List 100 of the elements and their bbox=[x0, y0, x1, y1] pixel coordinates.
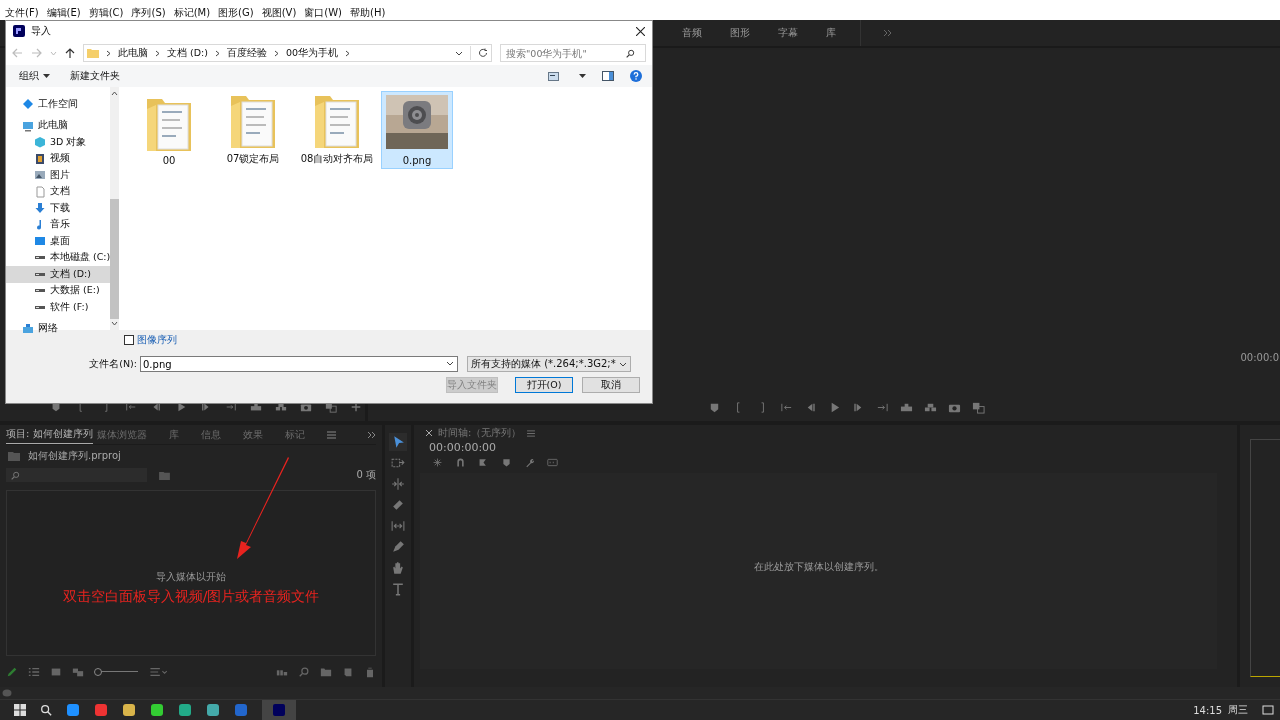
help-icon[interactable] bbox=[630, 70, 642, 82]
search-field[interactable]: 搜索"00华为手机" bbox=[500, 44, 646, 62]
trash-icon[interactable] bbox=[364, 665, 376, 678]
annotation-text: 双击空白面板导入视频/图片或者音频文件 bbox=[62, 587, 320, 606]
file-item[interactable]: 00 bbox=[129, 91, 209, 169]
close-icon[interactable] bbox=[426, 430, 432, 437]
panel-tab[interactable]: 时间轴:（无序列） bbox=[438, 426, 522, 441]
workspace-tab[interactable]: 库 bbox=[826, 25, 836, 40]
search-field[interactable] bbox=[6, 468, 147, 483]
overflow-chevron-icon[interactable] bbox=[367, 430, 376, 439]
list-view-icon[interactable] bbox=[28, 665, 40, 678]
app-icon[interactable] bbox=[178, 703, 192, 717]
workspace-tab[interactable]: 音频 bbox=[682, 25, 702, 40]
slider-thumb[interactable] bbox=[94, 667, 102, 676]
scroll-down-icon[interactable] bbox=[111, 321, 119, 326]
nest-icon[interactable] bbox=[432, 457, 443, 469]
camera-icon[interactable] bbox=[300, 401, 312, 414]
chevron-icon[interactable] bbox=[214, 49, 220, 57]
menu-item[interactable]: 标记(M) bbox=[173, 5, 211, 20]
nav-item[interactable]: 此电脑 bbox=[6, 117, 111, 134]
zoom-slider[interactable] bbox=[94, 667, 138, 676]
breadcrumb-item[interactable]: 百度经验 bbox=[226, 46, 267, 60]
nav-item[interactable]: 视频 bbox=[6, 150, 111, 167]
menu-icon[interactable] bbox=[326, 430, 336, 439]
menu-icon[interactable] bbox=[527, 429, 536, 437]
breadcrumb-item[interactable]: 文档 (D:) bbox=[167, 46, 208, 60]
marker-icon[interactable] bbox=[501, 457, 512, 469]
app-icon[interactable] bbox=[94, 703, 108, 717]
chevron-icon[interactable] bbox=[273, 49, 279, 57]
magnet-icon[interactable] bbox=[455, 457, 466, 469]
item-count: 0 项 bbox=[356, 468, 376, 483]
app-icon[interactable] bbox=[66, 703, 80, 717]
overflow-chevron-icon[interactable] bbox=[883, 28, 892, 37]
app-icon[interactable] bbox=[150, 703, 164, 717]
scroll-up-icon[interactable] bbox=[111, 91, 119, 96]
app-icon[interactable] bbox=[122, 703, 136, 717]
nav-item[interactable]: 音乐 bbox=[6, 216, 111, 233]
nav-item[interactable]: 3D 对象 bbox=[6, 134, 111, 151]
search-icon[interactable] bbox=[40, 704, 52, 716]
scrollbar[interactable] bbox=[110, 87, 120, 330]
dialog-button[interactable]: 取消 bbox=[582, 377, 640, 393]
close-icon[interactable] bbox=[636, 26, 645, 36]
menu-item[interactable]: 序列(S) bbox=[131, 5, 166, 20]
menu-item[interactable]: 视图(V) bbox=[261, 5, 297, 20]
nav-item[interactable]: 大数据 (E:) bbox=[6, 282, 111, 299]
checkbox-label[interactable]: 图像序列 bbox=[137, 333, 177, 347]
menu-item[interactable]: 帮助(H) bbox=[350, 5, 386, 20]
menu-item[interactable]: 图形(G) bbox=[218, 5, 254, 20]
caret-icon[interactable] bbox=[579, 74, 586, 78]
menu-item[interactable]: 文件(F) bbox=[5, 5, 39, 20]
nav-item[interactable]: 本地磁盘 (C:) bbox=[6, 249, 111, 266]
file-type-dropdown[interactable]: 所有支持的媒体 (*.264;*.3G2;* bbox=[467, 356, 631, 372]
chevron-icon[interactable] bbox=[155, 49, 160, 57]
nav-item[interactable]: 软件 (F:) bbox=[6, 299, 111, 316]
checkbox[interactable] bbox=[124, 335, 134, 345]
breadcrumb-item[interactable]: 00华为手机 bbox=[285, 46, 339, 60]
sort-icon[interactable] bbox=[148, 665, 170, 678]
pencil-icon[interactable] bbox=[6, 665, 18, 678]
file-item[interactable]: 07锁定布局 bbox=[213, 91, 293, 169]
media-drop-area[interactable]: 导入媒体以开始 双击空白面板导入视频/图片或者音频文件 bbox=[6, 489, 376, 657]
play-icon[interactable] bbox=[175, 401, 187, 414]
file-item[interactable]: 08自动对齐布局 bbox=[297, 91, 377, 169]
file-name-field[interactable]: 0.png bbox=[140, 356, 458, 372]
scroll-thumb[interactable] bbox=[110, 198, 120, 319]
nav-item[interactable]: 文档 (D:) bbox=[6, 266, 111, 283]
new-bin-icon[interactable] bbox=[159, 470, 170, 480]
chevron-icon[interactable] bbox=[106, 49, 111, 57]
workspace-tab[interactable]: 图形 bbox=[730, 25, 750, 40]
chevron-icon[interactable] bbox=[345, 49, 351, 57]
nav-item[interactable]: 工作空间 bbox=[6, 96, 111, 113]
app-icon[interactable] bbox=[206, 703, 220, 717]
file-item[interactable]: 0.png bbox=[381, 91, 453, 169]
organize-menu-button[interactable]: 组织 bbox=[19, 69, 50, 83]
address-bar[interactable]: 此电脑 文档 (D:) 百度经验 00华为手机 bbox=[83, 44, 492, 62]
selection-tool-icon[interactable] bbox=[389, 433, 407, 452]
nav-item[interactable]: 文档 bbox=[6, 183, 111, 200]
panel-tab[interactable]: 项目: 如何创建序列 bbox=[6, 425, 93, 445]
plus-icon[interactable] bbox=[350, 401, 362, 414]
menu-item[interactable]: 窗口(W) bbox=[304, 5, 342, 20]
view-options-icon[interactable] bbox=[548, 71, 559, 81]
caret-icon[interactable] bbox=[446, 361, 454, 366]
caret-icon[interactable] bbox=[455, 50, 463, 56]
nav-item[interactable]: 网络 bbox=[6, 320, 111, 337]
preview-pane-icon[interactable] bbox=[602, 71, 614, 81]
menu-item[interactable]: 剪辑(C) bbox=[88, 5, 124, 20]
workspace-tab[interactable]: 字幕 bbox=[778, 25, 798, 40]
captions-icon[interactable] bbox=[547, 457, 558, 469]
dialog-button[interactable]: 打开(O) bbox=[515, 377, 573, 393]
new-folder-button[interactable]: 新建文件夹 bbox=[70, 69, 120, 83]
nav-item[interactable]: 图片 bbox=[6, 167, 111, 184]
linked-selection-icon[interactable] bbox=[478, 457, 489, 469]
nav-item[interactable]: 下载 bbox=[6, 200, 111, 217]
windows-logo-icon[interactable] bbox=[14, 704, 26, 716]
breadcrumb-item[interactable]: 此电脑 bbox=[118, 46, 148, 60]
menu-item[interactable]: 编辑(E) bbox=[46, 5, 81, 20]
up-arrow-icon[interactable] bbox=[65, 47, 75, 59]
nav-item[interactable]: 桌面 bbox=[6, 233, 111, 250]
wrench-icon[interactable] bbox=[524, 457, 535, 469]
notification-icon[interactable] bbox=[1262, 704, 1274, 716]
refresh-icon[interactable] bbox=[478, 48, 488, 58]
